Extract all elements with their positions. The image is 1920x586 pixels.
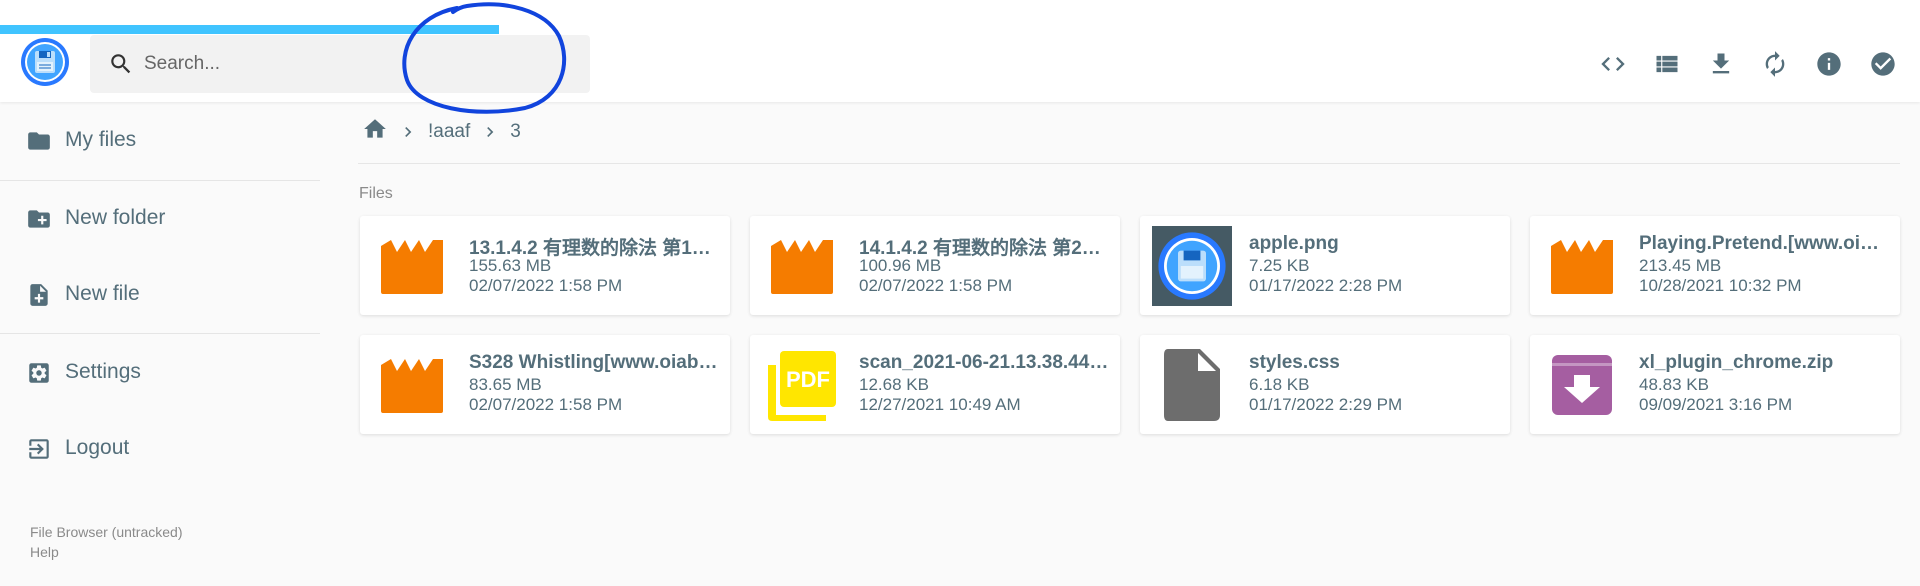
file-item[interactable]: S328 Whistling[www.oiabc.com].mp4 83.65 … (360, 335, 730, 434)
file-size: 7.25 KB (1249, 256, 1310, 275)
movie-icon (372, 345, 452, 425)
sidebar-item-settings[interactable]: Settings (0, 342, 320, 402)
file-item[interactable]: styles.css 6.18 KB 01/17/2022 2:29 PM (1140, 335, 1510, 434)
header-actions (1586, 40, 1910, 88)
breadcrumb-divider (358, 163, 1900, 164)
breadcrumb-part[interactable]: 3 (510, 121, 521, 143)
image-thumbnail (1152, 226, 1232, 306)
sidebar-item-new-file[interactable]: New file (0, 264, 320, 324)
search-input[interactable] (144, 35, 574, 93)
sidebar-divider (0, 333, 320, 334)
file-item[interactable]: Playing.Pretend.[www.oiabc.com].mp4 213.… (1530, 216, 1900, 315)
check-circle-icon[interactable] (1856, 40, 1910, 88)
sidebar-item-label: Settings (65, 360, 141, 383)
search-icon (108, 51, 134, 82)
chevron-right-icon (480, 122, 500, 142)
download-icon[interactable] (1694, 40, 1748, 88)
folder-icon (26, 128, 50, 152)
breadcrumb: !aaaf 3 (362, 117, 521, 147)
refresh-icon[interactable] (1748, 40, 1802, 88)
file-grid: 13.1.4.2 有理数的除法 第1课时 有理数的除法法则.mp4 155.63… (360, 216, 1902, 434)
floppy-disk-icon (1158, 232, 1226, 300)
file-item[interactable]: 13.1.4.2 有理数的除法 第1课时 有理数的除法法则.mp4 155.63… (360, 216, 730, 315)
file-icon (1152, 345, 1232, 425)
settings-icon (26, 360, 50, 384)
section-title: Files (359, 185, 393, 202)
pdf-icon: PDF (762, 345, 842, 425)
logout-icon (26, 436, 50, 460)
sidebar-item-label: Logout (65, 436, 130, 459)
file-size: 83.65 MB (469, 375, 542, 394)
credits: File Browser (untracked) Help (30, 522, 183, 562)
chevron-right-icon (398, 122, 418, 142)
file-name: xl_plugin_chrome.zip (1639, 352, 1834, 373)
code-icon[interactable] (1586, 40, 1640, 88)
floppy-disk-icon[interactable] (20, 37, 70, 87)
sidebar-item-label: New file (65, 282, 140, 305)
file-name: styles.css (1249, 352, 1340, 373)
file-name: S328 Whistling[www.oiabc.com].mp4 (469, 352, 719, 373)
help-link[interactable]: Help (30, 542, 183, 562)
sidebar-item-label: My files (65, 128, 137, 151)
sidebar-item-logout[interactable]: Logout (0, 418, 320, 478)
file-size: 213.45 MB (1639, 256, 1722, 275)
file-item[interactable]: apple.png 7.25 KB 01/17/2022 2:28 PM (1140, 216, 1510, 315)
file-date: 02/07/2022 1:58 PM (469, 395, 623, 414)
list-icon[interactable] (1640, 40, 1694, 88)
file-size: 12.68 KB (859, 375, 929, 394)
file-date: 10/28/2021 10:32 PM (1639, 276, 1802, 295)
file-date: 02/07/2022 1:58 PM (469, 276, 623, 295)
file-name: scan_2021-06-21.13.38.44.pdf (859, 352, 1109, 373)
top-bar (0, 0, 1920, 102)
create-new-folder-icon (26, 206, 50, 230)
sidebar-item-new-folder[interactable]: New folder (0, 188, 320, 248)
file-date: 12/27/2021 10:49 AM (859, 395, 1021, 414)
archive-icon (1542, 345, 1622, 425)
info-icon[interactable] (1802, 40, 1856, 88)
file-item[interactable]: xl_plugin_chrome.zip 48.83 KB 09/09/2021… (1530, 335, 1900, 434)
home-icon[interactable] (362, 116, 388, 148)
note-add-icon (26, 282, 50, 306)
file-date: 02/07/2022 1:58 PM (859, 276, 1013, 295)
sidebar-item-my-files[interactable]: My files (0, 110, 320, 170)
movie-icon (372, 226, 452, 306)
sidebar-item-label: New folder (65, 206, 166, 229)
file-date: 01/17/2022 2:28 PM (1249, 276, 1403, 295)
file-date: 01/17/2022 2:29 PM (1249, 395, 1403, 414)
sidebar-divider (0, 180, 320, 181)
breadcrumb-part[interactable]: !aaaf (428, 121, 470, 143)
file-size: 100.96 MB (859, 256, 942, 275)
file-size: 6.18 KB (1249, 375, 1310, 394)
file-date: 09/09/2021 3:16 PM (1639, 395, 1793, 414)
file-item[interactable]: PDF scan_2021-06-21.13.38.44.pdf 12.68 K… (750, 335, 1120, 434)
loading-progress-bar (0, 25, 500, 34)
search-box[interactable] (90, 35, 590, 93)
movie-icon (1542, 226, 1622, 306)
file-name: Playing.Pretend.[www.oiabc.com].mp4 (1639, 233, 1889, 254)
svg-text:PDF: PDF (786, 367, 830, 392)
file-item[interactable]: 14.1.4.2 有理数的除法 第2课时 有理数的除法.mp4 100.96 M… (750, 216, 1120, 315)
file-size: 155.63 MB (469, 256, 552, 275)
credits-app-link[interactable]: File Browser (untracked) (30, 522, 183, 542)
file-size: 48.83 KB (1639, 375, 1709, 394)
movie-icon (762, 226, 842, 306)
file-name: apple.png (1249, 233, 1339, 254)
